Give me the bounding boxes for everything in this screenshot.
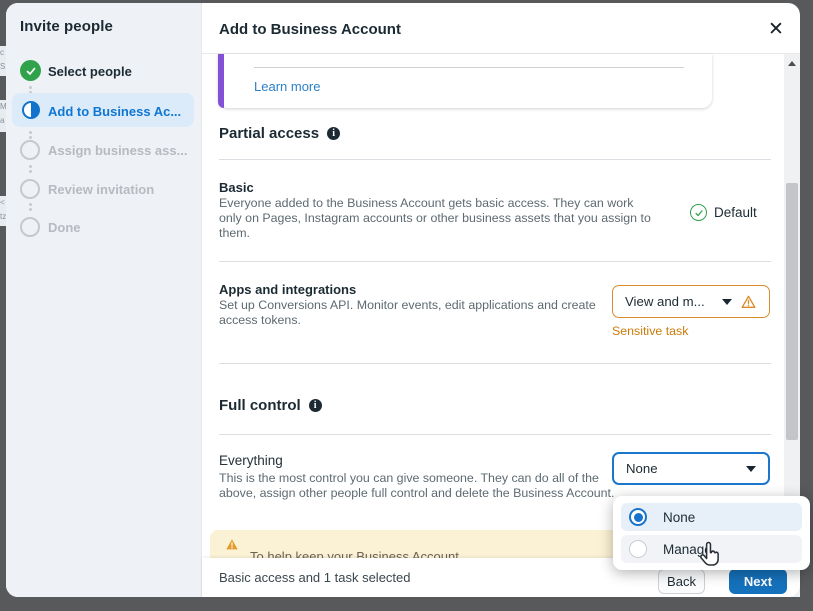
close-icon[interactable]: ✕ — [764, 17, 788, 41]
step-connector-dot — [29, 208, 32, 211]
warning-triangle-icon — [225, 538, 239, 551]
apps-integrations-title: Apps and integrations — [219, 282, 356, 297]
scrollbar-thumb[interactable] — [786, 183, 798, 440]
sidebar-step-review-invitation[interactable]: Review invitation — [48, 182, 154, 197]
step-todo-circle-icon — [20, 179, 40, 199]
scrollbar-up-arrow-icon[interactable] — [788, 61, 796, 66]
dropdown-option-none[interactable]: None — [621, 503, 802, 531]
info-icon[interactable]: i — [309, 399, 322, 412]
sidebar-step-done[interactable]: Done — [48, 220, 81, 235]
sidebar-step-label-active: Add to Business Ac... — [48, 104, 181, 119]
section-divider — [219, 261, 771, 262]
default-check-icon — [690, 204, 707, 221]
radio-selected-icon[interactable] — [629, 508, 647, 526]
step-connector-dot — [29, 203, 32, 206]
sidebar-step-select-people[interactable]: Select people — [48, 64, 132, 79]
everything-select[interactable]: None — [612, 452, 770, 485]
everything-title: Everything — [219, 453, 283, 468]
chevron-down-icon — [746, 466, 756, 472]
info-icon[interactable]: i — [327, 127, 340, 140]
apps-integrations-description: Set up Conversions API. Monitor events, … — [219, 298, 624, 328]
learn-more-link[interactable]: Learn more — [254, 79, 320, 94]
full-control-heading: Full control i — [219, 397, 322, 414]
section-divider — [219, 159, 771, 160]
back-button[interactable]: Back — [658, 569, 705, 594]
warning-text: To help keep your Business Account — [250, 549, 459, 558]
info-banner-accent-bar — [218, 54, 224, 108]
partial-access-heading: Partial access i — [219, 125, 340, 142]
everything-select-value: None — [626, 461, 738, 476]
dialog-title: Add to Business Account — [219, 21, 401, 38]
step-connector-dot — [29, 165, 32, 168]
wizard-sidebar: Invite people Select people Add to Busin… — [6, 3, 202, 597]
step-done-check-icon — [20, 60, 41, 81]
radio-unselected-icon[interactable] — [629, 540, 647, 558]
chevron-down-icon — [722, 299, 732, 305]
dropdown-option-label: None — [663, 510, 695, 525]
step-connector-dot — [29, 86, 32, 89]
basic-title: Basic — [219, 180, 254, 195]
next-button[interactable]: Next — [729, 569, 787, 594]
wizard-title: Invite people — [20, 18, 113, 35]
step-todo-circle-icon — [20, 140, 40, 160]
step-in-progress-icon — [22, 101, 40, 119]
section-divider — [219, 434, 771, 435]
sensitive-task-note: Sensitive task — [612, 324, 688, 338]
default-badge-label: Default — [714, 205, 757, 220]
sidebar-step-assign-business-assets[interactable]: Assign business ass... — [48, 143, 187, 158]
warning-triangle-icon — [740, 294, 757, 310]
full-control-title: Full control — [219, 397, 301, 414]
partial-access-title: Partial access — [219, 125, 319, 142]
basic-description: Everyone added to the Business Account g… — [219, 196, 651, 241]
apps-task-select-value: View and m... — [625, 294, 714, 309]
mouse-pointer-hand-icon — [698, 541, 721, 568]
step-todo-circle-icon — [20, 217, 40, 237]
everything-description: This is the most control you can give so… — [219, 471, 629, 501]
apps-task-select[interactable]: View and m... — [612, 285, 770, 318]
section-divider — [219, 363, 771, 364]
step-connector-dot — [29, 131, 32, 134]
step-connector-dot — [29, 170, 32, 173]
step-connector-dot — [29, 136, 32, 139]
selection-status: Basic access and 1 task selected — [219, 570, 411, 585]
info-banner-divider — [254, 67, 684, 68]
default-badge: Default — [690, 204, 757, 221]
